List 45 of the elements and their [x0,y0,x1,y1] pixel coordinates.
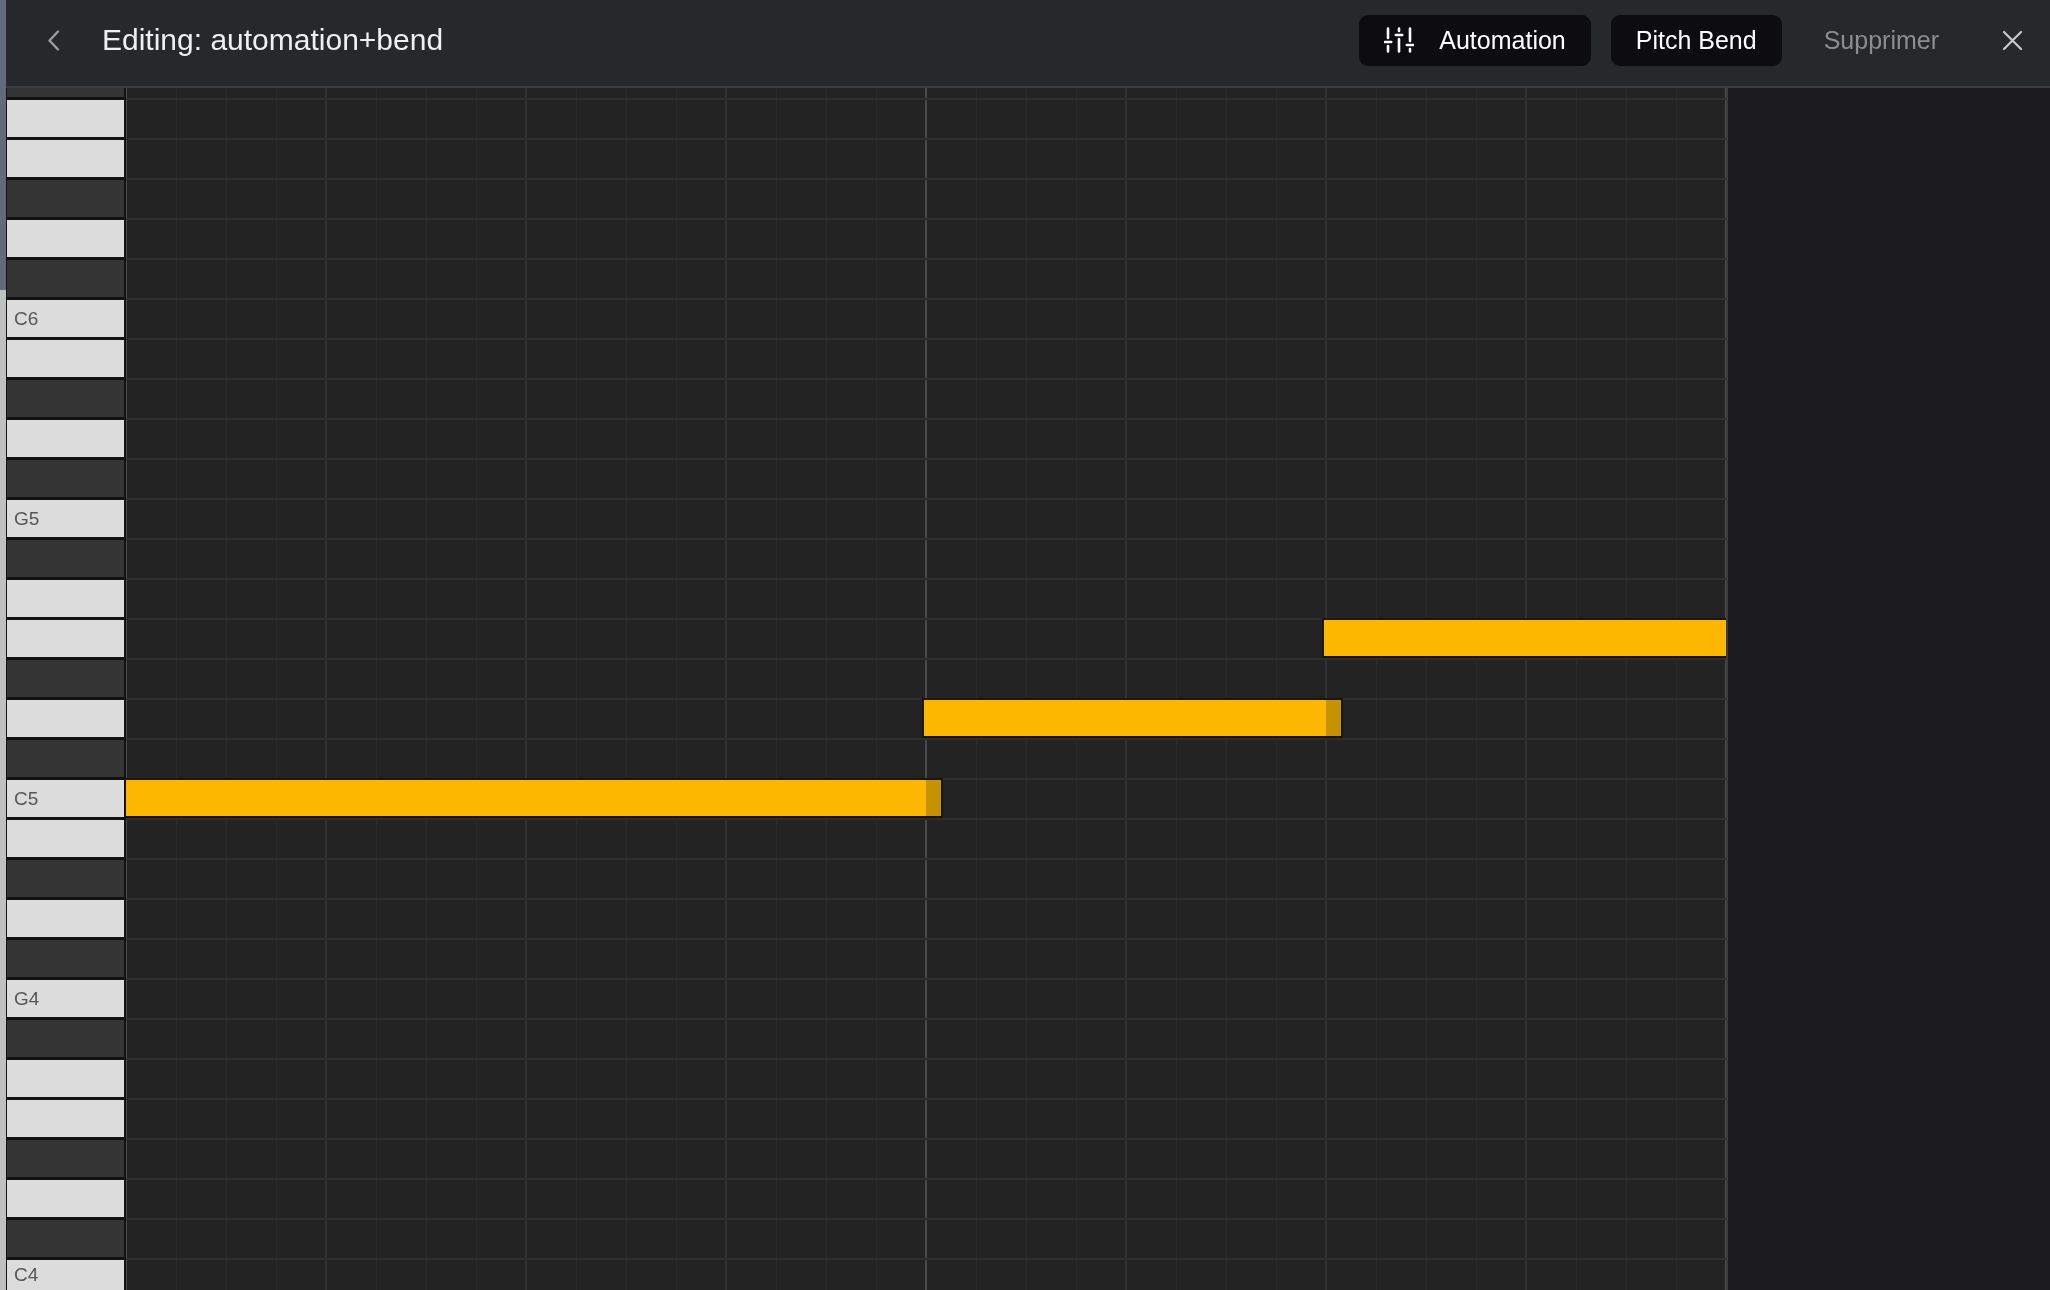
note-resize-handle[interactable] [1326,700,1341,736]
piano-key[interactable]: C6 [7,300,124,337]
back-button[interactable] [47,29,60,51]
piano-key[interactable] [7,540,124,577]
piano-key[interactable] [7,100,124,137]
piano-key[interactable] [7,140,124,177]
piano-key[interactable] [7,580,124,617]
piano-key[interactable] [7,940,124,977]
piano-key[interactable] [7,260,124,297]
piano-key[interactable] [7,660,124,697]
close-icon [2002,29,2023,51]
delete-button[interactable]: Supprimer [1805,14,1957,66]
midi-note[interactable] [922,698,1343,738]
editor-title: Editing: automation+bend [102,23,444,57]
piano-key[interactable] [7,1060,124,1097]
piano-key[interactable] [7,1220,124,1257]
piano-key[interactable] [7,220,124,257]
piano-key[interactable] [7,180,124,217]
piano-key[interactable] [7,900,124,937]
piano-key[interactable] [7,860,124,897]
note-resize-handle[interactable] [926,780,941,816]
piano-key[interactable] [7,460,124,497]
piano-key[interactable] [7,88,124,97]
piano-key[interactable] [7,740,124,777]
piano-key[interactable] [7,1100,124,1137]
piano-key[interactable]: C5 [7,780,124,817]
piano-key[interactable]: G5 [7,500,124,537]
toolbar-button[interactable]: Automation [1359,14,1591,66]
piano-key[interactable] [7,1180,124,1217]
piano-key[interactable] [7,620,124,657]
midi-note[interactable] [126,778,943,818]
piano-key[interactable] [7,340,124,377]
piano-key[interactable] [7,1020,124,1057]
piano-key[interactable]: G4 [7,980,124,1017]
piano-key[interactable] [7,700,124,737]
midi-note[interactable] [1322,618,1726,658]
close-button[interactable] [2002,29,2023,51]
piano-key[interactable] [7,420,124,457]
piano-key[interactable] [7,1140,124,1177]
piano-key[interactable] [7,380,124,417]
chevron-left-icon [47,29,60,51]
toolbar-button[interactable]: Pitch Bend [1610,14,1782,66]
piano-key[interactable] [7,820,124,857]
piano-key[interactable]: C4 [7,1260,124,1290]
sliders-icon [1384,27,1415,53]
